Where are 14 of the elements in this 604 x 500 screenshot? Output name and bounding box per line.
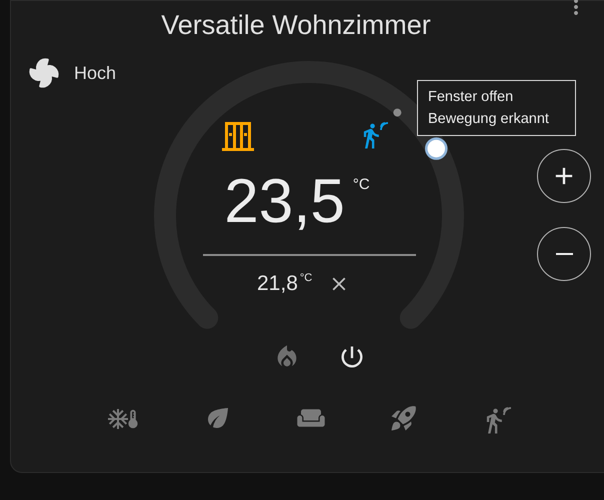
- temperature-unit: °C: [300, 271, 312, 286]
- increase-button[interactable]: [537, 149, 591, 203]
- decrease-button[interactable]: [537, 227, 591, 281]
- target-temperature: 23,5: [224, 166, 345, 238]
- dial-handle[interactable]: [425, 137, 448, 160]
- current-temperature-marker: [393, 108, 402, 117]
- fan-mode-label: Hoch: [74, 62, 116, 84]
- current-temperature: 21,8: [257, 271, 298, 297]
- minus-icon: [556, 252, 572, 256]
- card-title: Versatile Wohnzimmer: [161, 9, 431, 42]
- tooltip-line: Bewegung erkannt: [428, 110, 550, 129]
- fan-icon[interactable]: [28, 57, 60, 89]
- tooltip-line: Fenster offen: [428, 88, 514, 107]
- temperature-unit: °C: [352, 175, 370, 195]
